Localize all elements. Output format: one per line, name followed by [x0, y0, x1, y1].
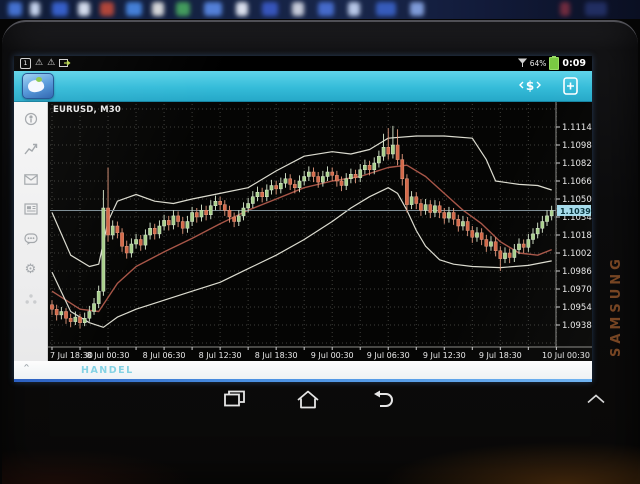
x-axis-label: 9 Jul 06:30 [367, 351, 410, 360]
screen-edge-highlight [14, 379, 592, 382]
sidebar-item-charts[interactable] [23, 142, 38, 157]
sidebar-item-news[interactable] [23, 202, 38, 217]
y-axis-label: 1.09540 [562, 303, 592, 313]
new-order-icon[interactable]: $ [519, 78, 541, 94]
sidebar-item-chat[interactable] [23, 232, 38, 247]
x-axis-label: 8 Jul 06:30 [143, 351, 186, 360]
photo-bottom-glow [2, 414, 640, 484]
sidebar-item-quotes[interactable] [23, 112, 38, 127]
tablet-device: SAMSUNG 1 ⚠ ⚠ 64% 0:09 [2, 20, 638, 484]
trade-button[interactable]: HANDEL [81, 365, 134, 376]
y-axis-label: 1.10660 [562, 177, 592, 187]
y-axis-label: 1.10500 [562, 195, 592, 205]
svg-text:$: $ [526, 79, 534, 93]
background-monitor-bokeh [0, 0, 640, 19]
x-axis-label: 9 Jul 18:30 [479, 351, 522, 360]
y-axis-label: 1.10180 [562, 231, 592, 241]
y-axis-label: 1.09860 [562, 267, 592, 277]
nav-home-button[interactable] [285, 385, 331, 413]
y-axis-label: 1.11140 [562, 123, 592, 133]
app-header: $ [14, 71, 592, 102]
screenshot-arrow-icon [59, 58, 71, 68]
y-axis-label: 1.09700 [562, 285, 592, 295]
notification-count-icon: 1 [20, 58, 31, 69]
x-axis-label: 10 Jul 00:30 [542, 351, 590, 360]
sidebar-item-mail[interactable] [23, 172, 38, 187]
nav-hide-chevron[interactable] [578, 385, 614, 413]
x-axis-label: 8 Jul 00:30 [87, 351, 130, 360]
sidebar-item-settings[interactable]: ⚙ [23, 262, 38, 277]
y-axis-label: 1.10020 [562, 249, 592, 259]
svg-text:1.10398: 1.10398 [560, 207, 592, 216]
chevron-up-icon[interactable]: ˄ [23, 365, 31, 375]
antenna-icon [518, 58, 527, 68]
y-axis-label: 1.09380 [562, 321, 592, 331]
nav-back-button[interactable] [360, 385, 406, 413]
x-axis-label: 9 Jul 00:30 [311, 351, 354, 360]
candlestick-chart-canvas[interactable]: 1.11140 1.10980 1.10820 1.10660 1.10500 1.103… [48, 102, 592, 362]
new-chart-icon[interactable] [563, 77, 578, 95]
nav-recents-button[interactable] [212, 385, 258, 413]
price-chart[interactable]: EURUSD, M30 1.11140 1.10980 1.10820 1.10660… [48, 102, 592, 361]
app-sidebar: ⚙ [14, 102, 48, 361]
chart-symbol-label: EURUSD, M30 [53, 105, 121, 115]
x-axis-label: 8 Jul 12:30 [199, 351, 242, 360]
battery-icon [549, 57, 559, 70]
android-status-bar: 1 ⚠ ⚠ 64% 0:09 [14, 56, 592, 71]
battery-percent: 64% [530, 59, 547, 68]
x-axis-label: 8 Jul 18:30 [255, 351, 298, 360]
tablet-screen: 1 ⚠ ⚠ 64% 0:09 [14, 56, 592, 382]
clock: 0:09 [562, 58, 586, 69]
x-axis-label: 9 Jul 12:30 [423, 351, 466, 360]
samsung-logo: SAMSUNG [609, 157, 624, 357]
bottom-trade-bar: ˄ HANDEL [14, 361, 592, 379]
warning-icon: ⚠ [35, 58, 43, 68]
y-axis-label: 1.10980 [562, 141, 592, 151]
warning-icon: ⚠ [47, 58, 55, 68]
metatrader-app-icon[interactable] [22, 73, 54, 99]
y-axis-label: 1.10820 [562, 159, 592, 169]
sidebar-item-community[interactable] [23, 292, 38, 307]
